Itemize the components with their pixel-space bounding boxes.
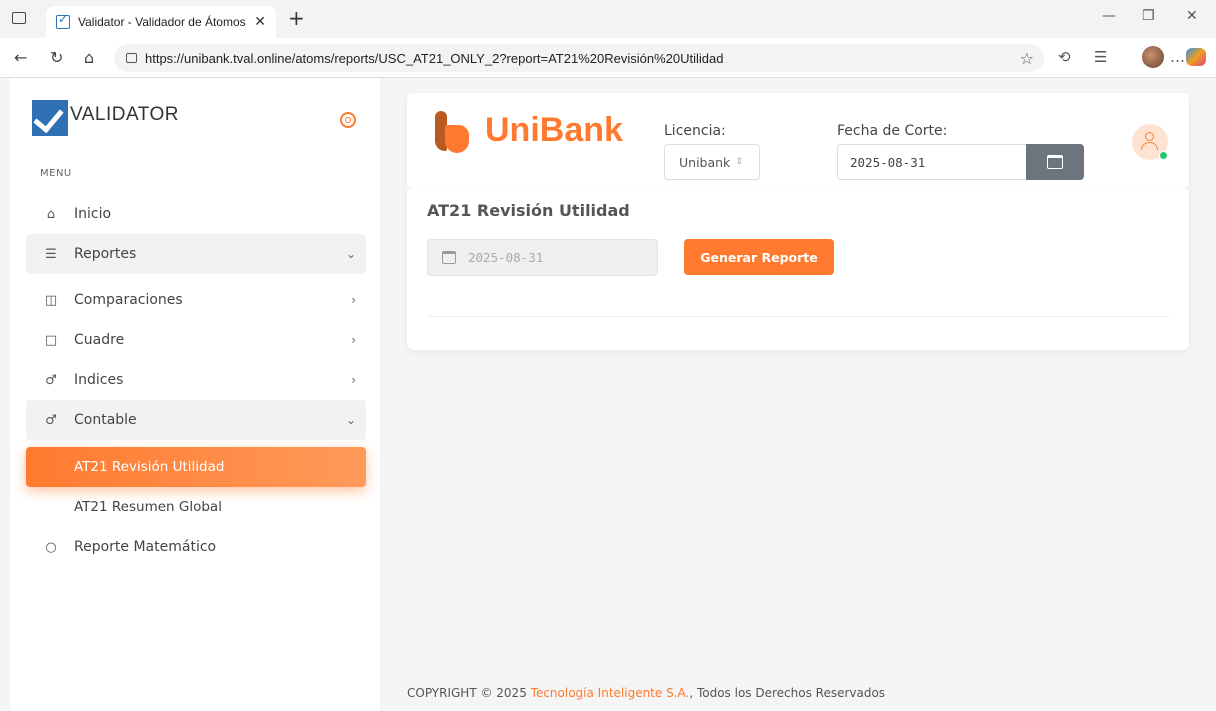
- circle-icon: ○: [45, 539, 57, 555]
- report-date-value: 2025-08-31: [468, 250, 544, 265]
- calendar-icon: [1047, 155, 1063, 169]
- new-tab-button[interactable]: +: [288, 6, 305, 30]
- browser-tab[interactable]: Validator - Validador de Átomos ✕: [46, 6, 276, 38]
- chevron-down-icon: ⌄: [345, 247, 356, 261]
- licencia-select[interactable]: Unibank ⇕: [664, 144, 760, 180]
- brand-name: UniBank: [485, 111, 623, 149]
- sidebar-item-at21-revision[interactable]: AT21 Revisión Utilidad: [26, 447, 366, 487]
- back-icon[interactable]: ←: [14, 48, 27, 67]
- favorite-star-icon[interactable]: ☆: [1020, 49, 1034, 68]
- sidebar-item-cuadre[interactable]: □ Cuadre ›: [26, 320, 366, 360]
- calendar-icon: [442, 251, 456, 264]
- more-menu-icon[interactable]: …: [1170, 48, 1185, 66]
- database-icon: ☰: [45, 246, 57, 262]
- copilot-icon[interactable]: [1186, 48, 1206, 66]
- minimize-icon[interactable]: —: [1102, 8, 1116, 24]
- address-bar: ← ↻ ⌂ https://unibank.tval.online/atoms/…: [0, 38, 1216, 78]
- footer-company-link[interactable]: Tecnología Inteligente S.A.: [531, 686, 690, 700]
- gender-icon: ♂: [45, 372, 57, 388]
- validator-favicon-icon: [56, 12, 70, 29]
- sidebar-item-label: Inicio: [74, 206, 112, 222]
- gender-icon: ♂: [45, 412, 57, 428]
- sidebar-item-label: Indices: [74, 372, 124, 388]
- sidebar-item-at21-resumen[interactable]: AT21 Resumen Global: [26, 487, 366, 527]
- unibank-logo-icon: [435, 111, 469, 155]
- report-date-input: 2025-08-31: [427, 239, 658, 276]
- home-icon: ⌂: [46, 206, 56, 222]
- footer-rights: , Todos los Derechos Reservados: [689, 686, 886, 700]
- fecha-label: Fecha de Corte:: [837, 123, 948, 139]
- fecha-value: 2025-08-31: [850, 154, 926, 170]
- close-window-icon[interactable]: ✕: [1186, 8, 1198, 24]
- browser-titlebar: Validator - Validador de Átomos ✕ + — ❐ …: [0, 0, 1216, 38]
- tab-title: Validator - Validador de Átomos: [78, 15, 246, 29]
- report-title: AT21 Revisión Utilidad: [427, 201, 630, 220]
- chevron-down-icon: ⌄: [345, 413, 356, 427]
- url-text: https://unibank.tval.online/atoms/report…: [145, 50, 724, 66]
- online-status-dot: [1159, 151, 1168, 160]
- favorites-icon[interactable]: ☰: [1094, 48, 1107, 66]
- sidebar-item-label: Reporte Matemático: [74, 539, 217, 555]
- collapse-sidebar-icon[interactable]: [340, 112, 356, 128]
- logo-text: VALIDATOR: [70, 104, 180, 125]
- header-card: UniBank Licencia: Unibank ⇕ Fecha de Cor…: [407, 93, 1189, 189]
- sidebar-item-indices[interactable]: ♂ Indices ›: [26, 360, 366, 400]
- profile-avatar[interactable]: [1142, 46, 1164, 68]
- generate-report-button[interactable]: Generar Reporte: [684, 239, 834, 275]
- licencia-label: Licencia:: [664, 123, 726, 139]
- sidebar: VALIDATOR MENU ⌂ Inicio ☰ Reportes ⌄ ◫ C…: [10, 78, 380, 711]
- fecha-corte-input[interactable]: 2025-08-31: [837, 144, 1027, 180]
- lock-icon: [126, 53, 137, 63]
- licencia-value: Unibank: [679, 154, 731, 170]
- sidebar-item-contable[interactable]: ♂ Contable ⌄: [26, 400, 366, 440]
- chevron-right-icon: ›: [351, 293, 356, 307]
- restore-icon[interactable]: ❐: [1142, 8, 1155, 24]
- reload-icon[interactable]: ↻: [50, 48, 63, 67]
- sidebar-item-label: Comparaciones: [74, 292, 183, 308]
- url-field[interactable]: https://unibank.tval.online/atoms/report…: [114, 44, 1044, 72]
- footer-copyright: COPYRIGHT © 2025: [407, 686, 527, 700]
- select-arrows-icon: ⇕: [735, 157, 743, 167]
- extensions-icon[interactable]: ⟲: [1058, 48, 1071, 66]
- sidebar-item-label: Cuadre: [74, 332, 125, 348]
- tab-close-button[interactable]: ✕: [254, 14, 266, 30]
- sidebar-item-comparaciones[interactable]: ◫ Comparaciones ›: [26, 280, 366, 320]
- report-card: AT21 Revisión Utilidad 2025-08-31 Genera…: [407, 189, 1189, 350]
- menu-label: MENU: [40, 168, 72, 179]
- calendar-button[interactable]: [1026, 144, 1084, 180]
- sidebar-item-inicio[interactable]: ⌂ Inicio: [26, 194, 366, 234]
- square-icon: □: [44, 332, 58, 348]
- chevron-right-icon: ›: [351, 333, 356, 347]
- sidebar-item-label: Contable: [74, 412, 137, 428]
- home-browser-icon[interactable]: ⌂: [84, 48, 94, 67]
- sidebar-item-label: AT21 Revisión Utilidad: [74, 459, 225, 475]
- divider: [427, 316, 1169, 317]
- validator-logo-icon: [32, 100, 68, 136]
- sidebar-toggle-icon[interactable]: [12, 12, 26, 24]
- footer: COPYRIGHT © 2025 Tecnología Inteligente …: [407, 686, 885, 700]
- sidebar-item-label: Reportes: [74, 246, 137, 262]
- sidebar-item-reportes[interactable]: ☰ Reportes ⌄: [26, 234, 366, 274]
- chevron-right-icon: ›: [351, 373, 356, 387]
- columns-icon: ◫: [44, 292, 58, 308]
- sidebar-item-label: AT21 Resumen Global: [74, 499, 222, 515]
- sidebar-item-reporte-matematico[interactable]: ○ Reporte Matemático: [26, 527, 366, 567]
